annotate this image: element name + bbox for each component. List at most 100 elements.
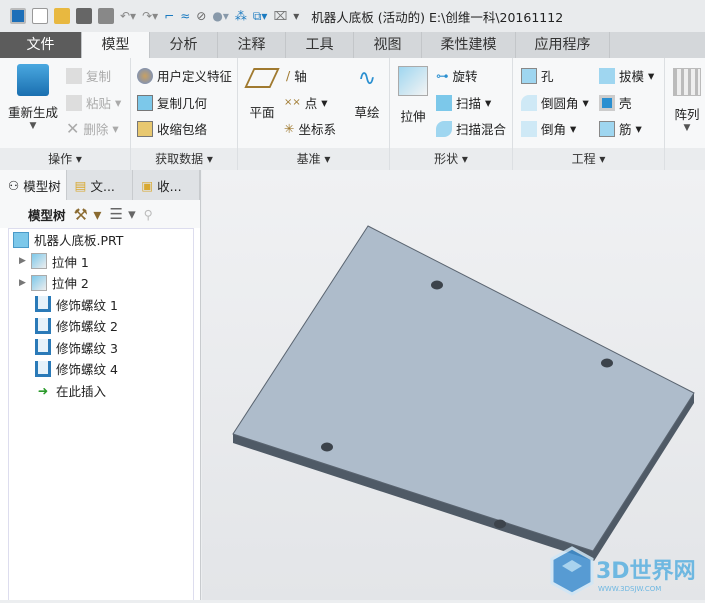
axis-label: 轴 — [294, 69, 307, 84]
tree-item[interactable]: 修饰螺纹 1 — [9, 294, 193, 316]
hole — [431, 280, 443, 290]
round-button[interactable]: 倒圆角 ▾ — [521, 93, 589, 112]
customize-dropdown-icon[interactable]: ▾ — [293, 9, 299, 23]
delete-label: 删除 — [83, 122, 109, 137]
draft-button[interactable]: 拔模 ▾ — [599, 66, 654, 85]
extrude-button[interactable]: 拉伸 — [396, 66, 430, 125]
rib-button[interactable]: 筋 ▾ — [599, 119, 642, 138]
group-label-operations[interactable]: 操作 ▾ — [0, 148, 130, 170]
new-icon[interactable] — [32, 8, 48, 24]
datum-label: 基准 — [296, 152, 321, 166]
save-as-icon[interactable] — [98, 8, 114, 24]
regenerate-icon[interactable]: ⌐ — [164, 9, 174, 23]
tree-item[interactable]: ▶ 拉伸 2 — [9, 272, 193, 294]
close-window-icon[interactable]: ⌧ — [273, 9, 287, 23]
layers-icon[interactable]: ⁂ — [235, 9, 247, 23]
tree-item[interactable]: 修饰螺纹 3 — [9, 337, 193, 359]
tab-annotate[interactable]: 注释 — [218, 32, 286, 58]
tree-label: 在此插入 — [56, 383, 107, 399]
tab-file[interactable]: 文件 — [0, 32, 82, 58]
display-style-icon[interactable]: ●▾ — [212, 9, 229, 23]
shell-button[interactable]: 壳 — [599, 93, 632, 112]
chamfer-label: 倒角 — [541, 122, 567, 137]
tree-item-insert-here[interactable]: ➜ 在此插入 — [9, 380, 193, 402]
tree-item-root[interactable]: 机器人底板.PRT — [9, 229, 193, 251]
sketch-button[interactable]: ∿ 草绘 — [350, 66, 384, 121]
sketch-icon: ∿ — [357, 66, 377, 91]
tab-applications[interactable]: 应用程序 — [516, 32, 610, 58]
orient-icon[interactable]: ⊘ — [196, 9, 206, 23]
model-tree-icon: ⚇ — [8, 177, 20, 193]
group-label-datum[interactable]: 基准 ▾ — [238, 148, 389, 170]
open-icon[interactable] — [54, 8, 70, 24]
udf-button[interactable]: 用户定义特征 — [137, 66, 232, 85]
group-label-engineering[interactable]: 工程 ▾ — [513, 148, 664, 170]
watermark-url: WWW.3DSJW.COM — [598, 585, 661, 593]
windows-icon[interactable]: ⧉▾ — [253, 9, 268, 24]
swept-blend-button[interactable]: 扫描混合 — [436, 119, 506, 138]
tab-folder-browser[interactable]: ▤ 文... — [67, 170, 134, 200]
chamfer-icon — [521, 120, 537, 137]
tree-item[interactable]: ▶ 拉伸 1 — [9, 251, 193, 273]
plane-button[interactable]: 平面 — [244, 68, 280, 121]
chamfer-button[interactable]: 倒角 ▾ — [521, 119, 576, 138]
undo-icon[interactable]: ↶▾ — [120, 9, 136, 23]
save-icon[interactable] — [76, 8, 92, 24]
tree-item[interactable]: 修饰螺纹 4 — [9, 358, 193, 380]
expand-icon[interactable]: ▶ — [19, 256, 26, 266]
point-button[interactable]: ×× 点 ▾ — [284, 93, 328, 112]
axis-button[interactable]: / 轴 — [286, 66, 307, 85]
graphics-window[interactable]: 3D世界网 WWW.3DSJW.COM — [202, 170, 705, 600]
tree-label: 拉伸 2 — [51, 276, 89, 292]
tree-item[interactable]: 修饰螺纹 2 — [9, 315, 193, 337]
group-label-get-data[interactable]: 获取数据 ▾ — [131, 148, 237, 170]
show-list-icon[interactable]: ☰ ▾ — [109, 205, 135, 223]
tab-favorites[interactable]: ▣ 收... — [133, 170, 201, 200]
tab-model-tree-label: 模型树 — [23, 178, 61, 194]
revolve-button[interactable]: ⊶ 旋转 — [436, 66, 478, 85]
app-icon[interactable] — [10, 8, 26, 24]
window-title: 机器人底板 (活动的) E:\创维一科\20161112 — [311, 9, 564, 25]
model-tree-label: 模型树 — [28, 207, 66, 223]
point-icon: ×× — [284, 97, 301, 108]
operations-label: 操作 — [48, 152, 73, 166]
redo-icon[interactable]: ↷▾ — [142, 9, 158, 23]
hole-icon — [521, 67, 537, 84]
thread-icon — [35, 317, 51, 334]
csys-label: 坐标系 — [298, 122, 336, 137]
ribbon-tabs: 文件 模型 分析 注释 工具 视图 柔性建模 应用程序 — [0, 32, 705, 58]
tree-label: 修饰螺纹 4 — [56, 362, 118, 378]
tab-model[interactable]: 模型 — [82, 32, 150, 58]
expand-icon[interactable]: ▶ — [19, 278, 26, 288]
tab-tools[interactable]: 工具 — [286, 32, 354, 58]
group-shapes: 拉伸 ⊶ 旋转 扫描 ▾ 扫描混合 形状 ▾ — [390, 58, 513, 170]
round-label: 倒圆角 — [541, 96, 579, 111]
settings-tools-icon[interactable]: ⚒ ▾ — [74, 205, 102, 224]
tab-view[interactable]: 视图 — [354, 32, 422, 58]
delete-icon: ✕ — [66, 119, 80, 138]
thread-icon — [35, 296, 51, 313]
tab-flexible-modeling[interactable]: 柔性建模 — [422, 32, 516, 58]
swept-blend-icon — [436, 120, 452, 137]
pattern-button[interactable]: 阵列 ▼ — [669, 68, 705, 133]
tab-model-tree[interactable]: ⚇ 模型树 — [0, 170, 67, 200]
shrinkwrap-button[interactable]: 收缩包络 — [137, 119, 207, 138]
rib-label: 筋 — [619, 122, 632, 137]
sweep-button[interactable]: 扫描 ▾ — [436, 93, 491, 112]
csys-button[interactable]: ✳ 坐标系 — [284, 119, 336, 138]
group-label-shapes[interactable]: 形状 ▾ — [390, 148, 512, 170]
folder-icon: ▤ — [74, 177, 87, 193]
regenerate-button[interactable]: 重新生成 ▼ — [4, 64, 62, 131]
extrude-label: 拉伸 — [400, 109, 426, 124]
copy-button[interactable]: 复制 — [66, 66, 111, 85]
tab-analysis[interactable]: 分析 — [150, 32, 218, 58]
filter-icon[interactable]: ⚲ — [144, 207, 153, 222]
shapes-label: 形状 — [434, 152, 459, 166]
sketch-icon[interactable]: ≈ — [180, 9, 190, 23]
group-operations: 重新生成 ▼ 复制 粘贴 ▾ ✕ 删除 ▾ 操作 ▾ — [0, 58, 131, 170]
delete-button[interactable]: ✕ 删除 ▾ — [66, 119, 119, 138]
paste-button[interactable]: 粘贴 ▾ — [66, 93, 121, 112]
copy-geometry-button[interactable]: 复制几何 — [137, 93, 207, 112]
group-datum: 平面 / 轴 ×× 点 ▾ ✳ 坐标系 ∿ 草绘 基准 ▾ — [238, 58, 390, 170]
hole-button[interactable]: 孔 — [521, 66, 554, 85]
